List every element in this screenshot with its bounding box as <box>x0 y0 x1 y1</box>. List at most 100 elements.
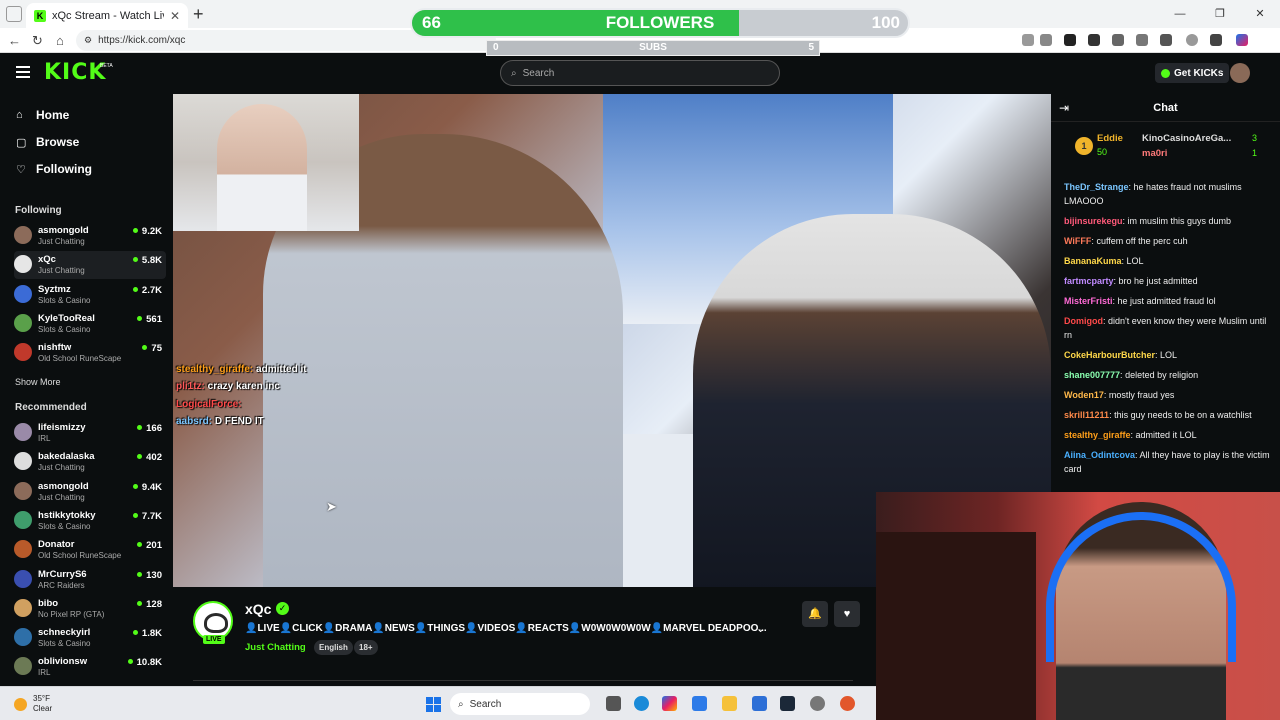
minimize-button[interactable]: — <box>1160 0 1200 28</box>
tag-mature[interactable]: 18+ <box>354 640 378 655</box>
chat-username[interactable]: Aiina_Odintcova <box>1064 450 1135 460</box>
back-icon[interactable]: ← <box>8 33 21 48</box>
chat-username[interactable]: BananaKuma <box>1064 256 1122 266</box>
app-icon[interactable] <box>840 696 855 711</box>
nav-following[interactable]: ♡ Following <box>16 162 92 176</box>
chat-username[interactable]: CokeHarbourButcher <box>1064 350 1155 360</box>
show-more-link[interactable]: Show More <box>15 377 61 387</box>
app-icon[interactable] <box>752 696 767 711</box>
menu-hamburger-icon[interactable] <box>16 66 30 78</box>
top-gifter-name[interactable]: Eddie <box>1097 133 1123 144</box>
channel-avatar <box>14 343 32 362</box>
chat-message: BananaKuma: LOL <box>1064 256 1144 266</box>
favorite-star-icon[interactable] <box>1040 34 1052 46</box>
sidebar-channel-bakedalaska[interactable]: bakedalaska Just Chatting 402 <box>14 448 166 476</box>
goal-label: FOLLOWERS <box>605 13 715 32</box>
chat-message: WiFFF: cuffem off the perc cuh <box>1064 236 1188 246</box>
sidebar-channel-donator[interactable]: Donator Old School RuneScape 201 <box>14 536 166 564</box>
sidebar-channel-kyletooreal[interactable]: KyleTooReal Slots & Casino 561 <box>14 310 166 338</box>
home-icon[interactable]: ⌂ <box>56 33 64 48</box>
file-explorer-icon[interactable] <box>722 696 737 711</box>
task-view-icon[interactable] <box>606 696 621 711</box>
sidebar-channel-mrcurrys6[interactable]: MrCurryS6 ARC Raiders 130 <box>14 566 166 594</box>
extension-icon[interactable] <box>1064 34 1076 46</box>
tag-language[interactable]: English <box>314 640 353 655</box>
app-icon[interactable] <box>810 696 825 711</box>
close-tab-icon[interactable]: ✕ <box>170 9 180 23</box>
store-icon[interactable] <box>692 696 707 711</box>
user-avatar[interactable] <box>1230 63 1250 83</box>
nav-following-label: Following <box>36 162 92 176</box>
sidebar-channel-nishftw[interactable]: nishftw Old School RuneScape 75 <box>14 339 166 367</box>
channel-avatar <box>14 226 32 244</box>
sidebar-channel-asmongold[interactable]: asmongold Just Chatting 9.4K <box>14 478 166 506</box>
chat-username[interactable]: shane007777 <box>1064 370 1120 380</box>
chat-username[interactable]: WiFFF <box>1064 236 1091 246</box>
notification-bell-button[interactable]: 🔔 <box>802 601 828 627</box>
chat-message: stealthy_giraffe: admitted it LOL <box>1064 430 1197 440</box>
viewer-count: 166 <box>137 423 162 434</box>
kick-logo[interactable]: KICK <box>44 60 106 85</box>
weather-widget[interactable]: 35°F Clear <box>14 694 52 714</box>
get-kicks-button[interactable]: Get KICKs <box>1155 63 1230 83</box>
chat-username[interactable]: MisterFristi <box>1064 296 1113 306</box>
menu-icon[interactable] <box>1210 34 1222 46</box>
maximize-button[interactable]: ❐ <box>1200 0 1240 28</box>
chat-username[interactable]: Domigod <box>1064 316 1103 326</box>
tab-list-icon[interactable] <box>6 6 22 22</box>
steam-icon[interactable] <box>780 696 795 711</box>
channel-category: Just Chatting <box>38 266 85 276</box>
chat-username[interactable]: skrill11211 <box>1064 410 1109 420</box>
nav-home[interactable]: ⌂ Home <box>16 108 69 122</box>
gifter-name[interactable]: KinoCasinoAreGa... <box>1142 133 1231 144</box>
taskbar: 35°F Clear ⌕ Search <box>0 686 876 720</box>
collections-icon[interactable] <box>1160 34 1172 46</box>
copilot-icon[interactable] <box>662 696 677 711</box>
sidebar-channel-hstikkytokky[interactable]: hstikkytokky Slots & Casino 7.7K <box>14 507 166 535</box>
read-aloud-icon[interactable] <box>1022 34 1034 46</box>
chat-message: Woden17: mostly fraud yes <box>1064 390 1175 400</box>
chevron-down-icon[interactable]: ⌄ <box>756 622 765 635</box>
sidebar-channel-schneckyirl[interactable]: schneckyirl Slots & Casino 1.8K <box>14 624 166 652</box>
new-tab-button[interactable]: + <box>193 4 204 25</box>
site-info-icon[interactable]: ⚙ <box>84 35 92 46</box>
copilot-icon[interactable] <box>1236 34 1248 46</box>
follow-heart-button[interactable]: ♥ <box>834 601 860 627</box>
chat-username[interactable]: bijinsurekegu <box>1064 216 1123 226</box>
sidebar-channel-lifeismizzy[interactable]: lifeismizzy IRL 166 <box>14 419 166 447</box>
sidebar-channel-asmongold[interactable]: asmongold Just Chatting 9.2K <box>14 222 166 250</box>
browser-tab[interactable]: K xQc Stream - Watch Live on K ✕ <box>26 3 188 28</box>
edge-browser-icon[interactable] <box>634 696 649 711</box>
overlay-chat-line: stealthy_giraffe: admitted it <box>176 364 307 375</box>
split-screen-icon[interactable] <box>1112 34 1124 46</box>
channel-category: Slots & Casino <box>38 521 91 531</box>
nav-browse[interactable]: ▢ Browse <box>16 135 79 149</box>
chat-title: Chat <box>1153 102 1178 114</box>
sidebar-channel-syztmz[interactable]: Syztmz Slots & Casino 2.7K <box>14 281 166 309</box>
favorites-icon[interactable] <box>1136 34 1148 46</box>
channel-avatar <box>14 510 32 529</box>
kicks-coin-icon <box>1161 68 1170 78</box>
chat-username[interactable]: TheDr_Strange <box>1064 182 1129 192</box>
reload-icon[interactable]: ↻ <box>32 33 43 49</box>
sidebar-channel-xqc[interactable]: xQc Just Chatting 5.8K <box>14 251 166 280</box>
chat-message: MisterFristi: he just admitted fraud lol <box>1064 296 1216 306</box>
chat-username[interactable]: stealthy_giraffe <box>1064 430 1131 440</box>
profile-icon[interactable] <box>1186 34 1198 46</box>
streamer-name[interactable]: xQc <box>245 601 271 617</box>
extension-icon[interactable] <box>1088 34 1100 46</box>
windows-start-icon[interactable] <box>426 697 441 712</box>
viewer-count: 402 <box>137 452 162 463</box>
sidebar-channel-bibo[interactable]: bibo No Pixel RP (GTA) 128 <box>14 595 166 623</box>
channel-category: Old School RuneScape <box>38 354 122 364</box>
taskbar-search[interactable]: ⌕ Search <box>450 693 590 715</box>
sidebar-channel-oblivionsw[interactable]: oblivionsw IRL 10.8K <box>14 653 166 681</box>
live-badge: LIVE <box>203 635 225 644</box>
viewer-count: 7.7K <box>133 511 162 522</box>
stream-category[interactable]: Just Chatting <box>245 642 306 653</box>
search-input[interactable]: ⌕ Search <box>500 60 780 86</box>
chat-username[interactable]: Woden17 <box>1064 390 1104 400</box>
close-window-button[interactable]: ✕ <box>1240 0 1280 28</box>
chat-username[interactable]: fartmcparty <box>1064 276 1114 286</box>
gifter-name[interactable]: ma0ri <box>1142 148 1167 159</box>
